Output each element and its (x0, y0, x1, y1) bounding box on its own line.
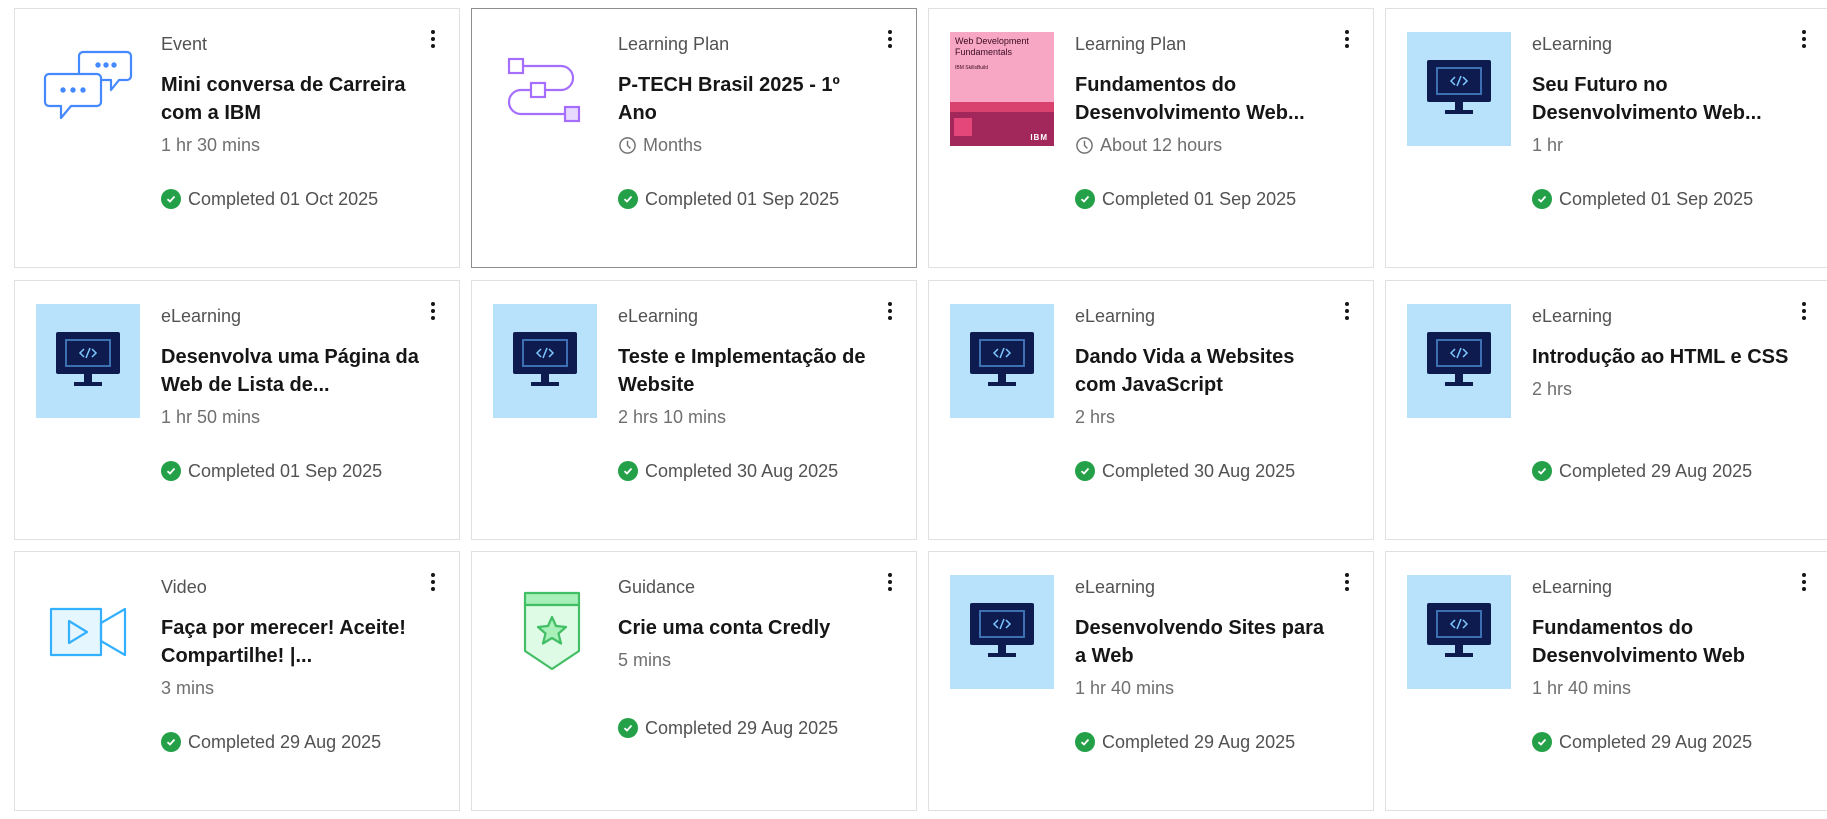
video-icon (36, 575, 140, 689)
checkmark-icon (618, 189, 638, 209)
overflow-menu-icon[interactable] (1796, 299, 1812, 323)
code-monitor-icon (950, 575, 1054, 689)
overflow-menu-icon[interactable] (882, 27, 898, 51)
activity-title[interactable]: Desenvolva uma Página da Web de Lista de… (161, 343, 419, 399)
activity-duration: 2 hrs (1075, 407, 1116, 427)
activity-type: Video (161, 577, 207, 597)
checkmark-icon (618, 718, 638, 738)
overflow-menu-icon[interactable] (882, 299, 898, 323)
activity-title[interactable]: Faça por merecer! Aceite! Compartilhe! |… (161, 614, 419, 670)
code-monitor-icon (1407, 304, 1511, 418)
chat-bubbles-icon (36, 32, 140, 146)
completion-status: Completed 30 Aug 2025 (618, 459, 838, 483)
activity-title[interactable]: Mini conversa de Carreira com a IBM (161, 71, 419, 127)
checkmark-icon (1532, 461, 1552, 481)
activity-card[interactable]: Guidance Crie uma conta Credly 5 mins Co… (471, 551, 917, 811)
checkmark-icon (1532, 732, 1552, 752)
activity-card[interactable]: eLearning Dando Vida a Websites com Java… (928, 280, 1374, 540)
activity-card[interactable]: eLearning Desenvolvendo Sites para a Web… (928, 551, 1374, 811)
completion-status: Completed 29 Aug 2025 (1075, 730, 1295, 754)
book-cover-image: Web Development Fundamentals IBM SkillsB… (950, 32, 1054, 146)
completion-status: Completed 01 Oct 2025 (161, 187, 378, 211)
activity-type: eLearning (1075, 306, 1156, 326)
overflow-menu-icon[interactable] (1796, 570, 1812, 594)
activity-duration: 1 hr 40 mins (1075, 678, 1175, 698)
activity-card[interactable]: Video Faça por merecer! Aceite! Comparti… (14, 551, 460, 811)
activity-type: eLearning (1532, 306, 1613, 326)
activity-card[interactable]: eLearning Desenvolva uma Página da Web d… (14, 280, 460, 540)
activity-title[interactable]: Teste e Implementação de Website (618, 343, 876, 399)
clock-icon (619, 136, 636, 154)
code-monitor-icon (1407, 32, 1511, 146)
activity-type: eLearning (1532, 34, 1613, 54)
activity-card[interactable]: eLearning Seu Futuro no Desenvolvimento … (1385, 8, 1827, 268)
activity-title[interactable]: Seu Futuro no Desenvolvimento Web... (1532, 71, 1790, 127)
activity-duration: 1 hr 40 mins (1532, 678, 1632, 698)
overflow-menu-icon[interactable] (1339, 299, 1355, 323)
completion-status: Completed 29 Aug 2025 (161, 730, 381, 754)
checkmark-icon (1532, 189, 1552, 209)
activity-duration: 5 mins (618, 650, 672, 670)
completion-status: Completed 01 Sep 2025 (1075, 187, 1296, 211)
activity-type: Learning Plan (1075, 34, 1187, 54)
activity-card[interactable]: Learning Plan P-TECH Brasil 2025 - 1º An… (471, 8, 917, 268)
code-monitor-icon (1407, 575, 1511, 689)
activity-type: eLearning (618, 306, 699, 326)
overflow-menu-icon[interactable] (882, 570, 898, 594)
activity-duration: 2 hrs 10 mins (618, 407, 727, 427)
activity-card[interactable]: eLearning Teste e Implementação de Websi… (471, 280, 917, 540)
overflow-menu-icon[interactable] (1339, 27, 1355, 51)
activity-title[interactable]: Introdução ao HTML e CSS (1532, 343, 1790, 371)
activity-duration: About 12 hours (1075, 133, 1333, 157)
activity-duration: 1 hr 30 mins (161, 135, 261, 155)
activity-title[interactable]: Desenvolvendo Sites para a Web (1075, 614, 1333, 670)
checkmark-icon (161, 189, 181, 209)
activity-card[interactable]: Event Mini conversa de Carreira com a IB… (14, 8, 460, 268)
checkmark-icon (161, 732, 181, 752)
completion-status: Completed 01 Sep 2025 (618, 187, 839, 211)
activity-duration: 3 mins (161, 678, 215, 698)
activity-title[interactable]: Crie uma conta Credly (618, 614, 876, 642)
clock-icon (1076, 136, 1093, 154)
overflow-menu-icon[interactable] (425, 570, 441, 594)
activity-title[interactable]: Fundamentos do Desenvolvimento Web... (1075, 71, 1333, 127)
activity-type: Guidance (618, 577, 696, 597)
overflow-menu-icon[interactable] (425, 299, 441, 323)
activity-duration: Months (618, 133, 876, 157)
code-monitor-icon (950, 304, 1054, 418)
activity-title[interactable]: P-TECH Brasil 2025 - 1º Ano (618, 71, 876, 127)
checkmark-icon (161, 461, 181, 481)
completion-status: Completed 29 Aug 2025 (1532, 730, 1752, 754)
checkmark-icon (618, 461, 638, 481)
code-monitor-icon (36, 304, 140, 418)
completion-status: Completed 01 Sep 2025 (161, 459, 382, 483)
activity-type: eLearning (161, 306, 242, 326)
learning-activity-grid: Event Mini conversa de Carreira com a IB… (0, 0, 1827, 819)
overflow-menu-icon[interactable] (1339, 570, 1355, 594)
activity-type: Learning Plan (618, 34, 730, 54)
activity-duration: 1 hr 50 mins (161, 407, 261, 427)
activity-card[interactable]: eLearning Introdução ao HTML e CSS 2 hrs… (1385, 280, 1827, 540)
activity-title[interactable]: Dando Vida a Websites com JavaScript (1075, 343, 1333, 399)
activity-duration: 1 hr (1532, 135, 1564, 155)
activity-duration: 2 hrs (1532, 379, 1573, 399)
learning-plan-icon (493, 32, 597, 146)
checkmark-icon (1075, 732, 1095, 752)
completion-status: Completed 01 Sep 2025 (1532, 187, 1753, 211)
checkmark-icon (1075, 461, 1095, 481)
badge-star-icon (493, 575, 597, 689)
activity-card[interactable]: eLearning Fundamentos do Desenvolvimento… (1385, 551, 1827, 811)
activity-type: eLearning (1532, 577, 1613, 597)
completion-status: Completed 29 Aug 2025 (1532, 459, 1752, 483)
overflow-menu-icon[interactable] (1796, 27, 1812, 51)
checkmark-icon (1075, 189, 1095, 209)
completion-status: Completed 29 Aug 2025 (618, 716, 838, 740)
activity-card[interactable]: Web Development Fundamentals IBM SkillsB… (928, 8, 1374, 268)
activity-type: Event (161, 34, 208, 54)
code-monitor-icon (493, 304, 597, 418)
overflow-menu-icon[interactable] (425, 27, 441, 51)
completion-status: Completed 30 Aug 2025 (1075, 459, 1295, 483)
activity-title[interactable]: Fundamentos do Desenvolvimento Web (1532, 614, 1790, 670)
activity-type: eLearning (1075, 577, 1156, 597)
